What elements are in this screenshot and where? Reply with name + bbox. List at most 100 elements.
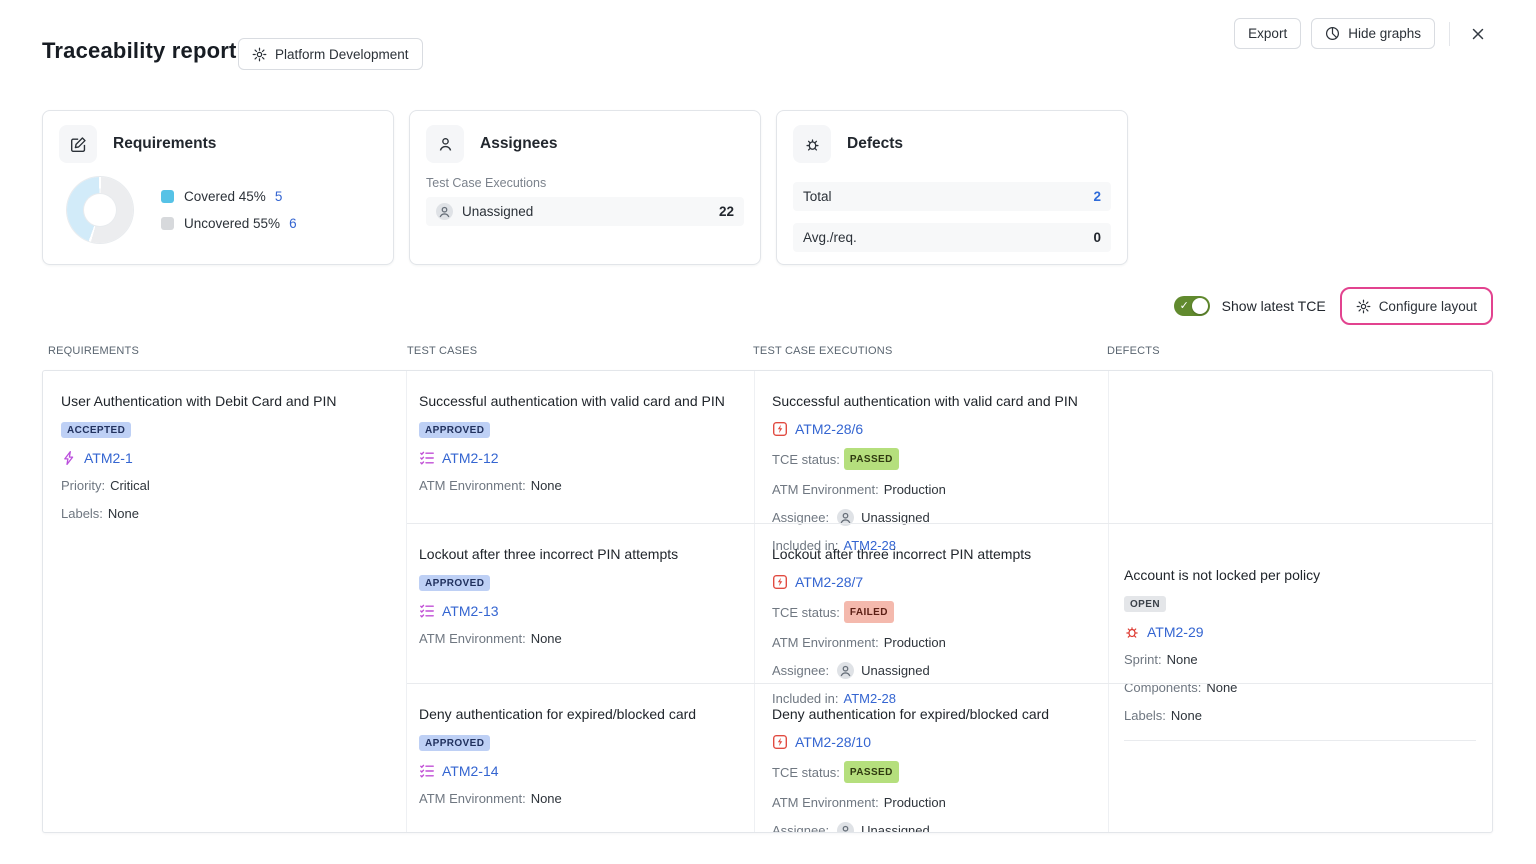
requirement-cell: User Authentication with Debit Card and …: [43, 371, 407, 832]
requirement-icon: [61, 450, 77, 466]
execution-assignee-line: Assignee: Unassigned: [772, 662, 1092, 679]
table-row: Deny authentication for expired/blocked …: [407, 683, 1492, 832]
tce-status-badge: FAILED: [844, 601, 894, 623]
tce-status-line: TCE status: FAILED: [772, 601, 1092, 623]
requirement-priority-line: Priority: Critical: [61, 477, 390, 494]
test-case-key-row: ATM2-13: [419, 603, 738, 619]
test-case-key-link[interactable]: ATM2-14: [442, 763, 499, 779]
test-case-env-line: ATM Environment: None: [419, 477, 738, 494]
defect-key-link[interactable]: ATM2-29: [1147, 624, 1204, 640]
execution-key-link[interactable]: ATM2-28/6: [795, 421, 863, 437]
test-case-key-row: ATM2-14: [419, 763, 738, 779]
tce-status-line: TCE status: PASSED: [772, 761, 1092, 783]
execution-key-row: ATM2-28/10: [772, 734, 1092, 750]
execution-title: Deny authentication for expired/blocked …: [772, 705, 1092, 724]
gear-icon: [252, 47, 267, 62]
legend-item-uncovered: Uncovered 55% 6: [161, 216, 297, 231]
execution-key-link[interactable]: ATM2-28/7: [795, 574, 863, 590]
requirement-key-row: ATM2-1: [61, 450, 390, 466]
defects-avg-label: Avg./req.: [803, 230, 857, 245]
execution-title: Successful authentication with valid car…: [772, 392, 1092, 411]
execution-assignee-line: Assignee: Unassigned: [772, 822, 1092, 833]
person-icon: [437, 136, 454, 153]
scope-button[interactable]: Platform Development: [238, 38, 423, 70]
test-case-key-link[interactable]: ATM2-12: [442, 450, 499, 466]
column-header-defects: DEFECTS: [1107, 345, 1160, 357]
column-header-requirements: REQUIREMENTS: [48, 345, 139, 357]
defect-title: Account is not locked per policy: [1124, 566, 1476, 585]
configure-layout-label: Configure layout: [1379, 299, 1477, 314]
covered-swatch: [161, 190, 174, 203]
execution-key-row: ATM2-28/7: [772, 574, 1092, 590]
table-row: Lockout after three incorrect PIN attemp…: [407, 523, 1492, 683]
assignees-card-title: Assignees: [480, 135, 558, 153]
requirement-key-link[interactable]: ATM2-1: [84, 450, 133, 466]
avatar-icon: [837, 822, 854, 833]
table-column-headers: REQUIREMENTS TEST CASES TEST CASE EXECUT…: [0, 345, 1536, 361]
defects-total-value-link[interactable]: 2: [1093, 189, 1101, 204]
test-case-env-line: ATM Environment: None: [419, 630, 738, 647]
requirements-card-title: Requirements: [113, 135, 216, 153]
test-execution-icon: [772, 734, 788, 750]
scope-button-label: Platform Development: [275, 47, 409, 62]
legend-item-covered: Covered 45% 5: [161, 189, 297, 204]
assignee-row: Unassigned 22: [426, 197, 744, 226]
traceability-table: User Authentication with Debit Card and …: [42, 370, 1493, 833]
pie-chart-icon: [1325, 26, 1340, 41]
toggle-check-icon: ✓: [1180, 298, 1189, 314]
edit-icon: [70, 136, 87, 153]
bug-icon: [804, 136, 821, 153]
test-case-title: Successful authentication with valid car…: [419, 392, 738, 411]
gear-icon: [1356, 299, 1371, 314]
requirement-labels-line: Labels: None: [61, 505, 390, 522]
test-execution-icon: [772, 421, 788, 437]
execution-key-row: ATM2-28/6: [772, 421, 1092, 437]
traceability-report-page: Traceability report Platform Development…: [0, 0, 1536, 864]
uncovered-count-link[interactable]: 6: [289, 216, 297, 231]
test-case-key-link[interactable]: ATM2-13: [442, 603, 499, 619]
show-latest-tce-toggle[interactable]: ✓: [1174, 296, 1210, 316]
covered-label: Covered 45%: [184, 189, 266, 204]
defects-card-title: Defects: [847, 135, 903, 153]
execution-key-link[interactable]: ATM2-28/10: [795, 734, 871, 750]
close-button[interactable]: [1464, 20, 1492, 48]
configure-layout-button[interactable]: Configure layout: [1345, 291, 1488, 321]
defects-card: Defects Total 2 Avg./req. 0: [776, 110, 1128, 265]
column-header-test-cases: TEST CASES: [407, 345, 477, 357]
defect-sprint-line: Sprint: None: [1124, 651, 1476, 668]
assignees-card-icon-box: [426, 125, 464, 163]
test-case-cell: Deny authentication for expired/blocked …: [407, 684, 755, 833]
test-case-status-badge: APPROVED: [419, 735, 490, 751]
avatar-icon: [436, 203, 453, 220]
test-case-env-line: ATM Environment: None: [419, 790, 738, 807]
requirements-card: Requirements Covered 45% 5 Uncovered 55%…: [42, 110, 394, 265]
hide-graphs-button[interactable]: Hide graphs: [1311, 18, 1435, 49]
execution-title: Lockout after three incorrect PIN attemp…: [772, 545, 1092, 564]
covered-count-link[interactable]: 5: [275, 189, 283, 204]
defects-card-icon-box: [793, 125, 831, 163]
header-actions: Export Hide graphs: [1234, 18, 1492, 49]
defects-total-label: Total: [803, 189, 832, 204]
configure-layout-highlight-ring: Configure layout: [1340, 287, 1493, 325]
defects-avg-value: 0: [1093, 230, 1101, 245]
tce-status-line: TCE status: PASSED: [772, 448, 1092, 470]
table-row: Successful authentication with valid car…: [407, 371, 1492, 523]
defect-key-row: ATM2-29: [1124, 624, 1476, 640]
header-divider: [1449, 22, 1450, 46]
test-case-key-row: ATM2-12: [419, 450, 738, 466]
avatar-icon: [837, 662, 854, 679]
export-button[interactable]: Export: [1234, 18, 1301, 49]
execution-cell: Deny authentication for expired/blocked …: [755, 684, 1109, 833]
requirement-title: User Authentication with Debit Card and …: [61, 392, 390, 411]
test-case-status-badge: APPROVED: [419, 575, 490, 591]
test-case-icon: [419, 603, 435, 619]
uncovered-swatch: [161, 217, 174, 230]
bug-icon: [1124, 624, 1140, 640]
defects-avg-row: Avg./req. 0: [793, 223, 1111, 252]
hide-graphs-button-label: Hide graphs: [1348, 26, 1421, 41]
linked-rows: Successful authentication with valid car…: [407, 371, 1492, 832]
uncovered-label: Uncovered 55%: [184, 216, 280, 231]
page-title: Traceability report: [42, 38, 237, 64]
close-icon: [1470, 26, 1486, 42]
table-controls: ✓ Show latest TCE Configure layout: [1174, 287, 1493, 325]
